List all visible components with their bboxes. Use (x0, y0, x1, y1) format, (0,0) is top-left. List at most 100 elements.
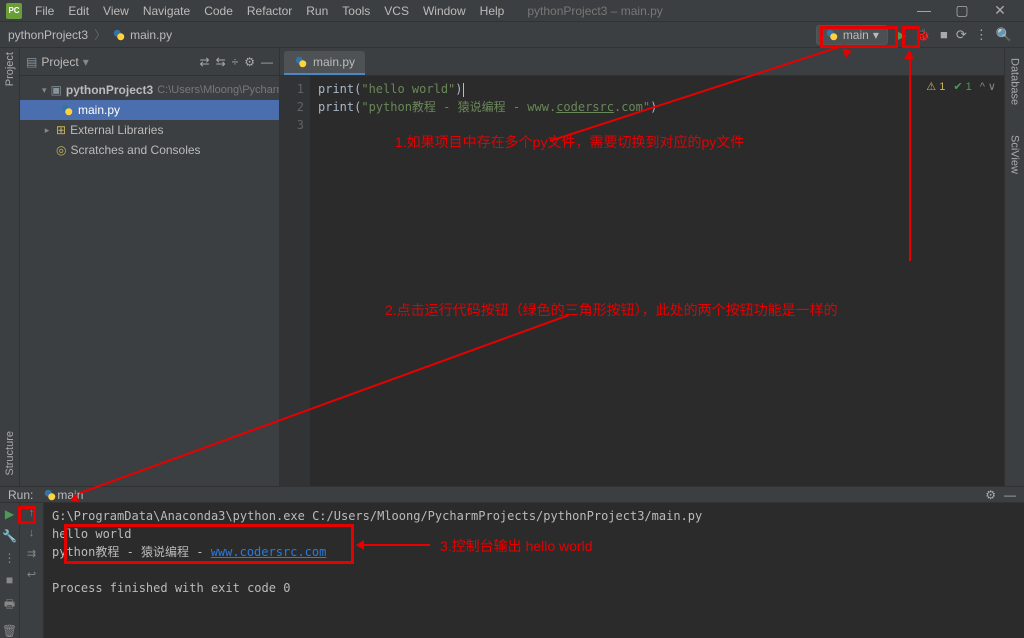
strip-project[interactable]: Project (4, 52, 16, 86)
line-number: 1 (280, 80, 304, 98)
editor-tabs: main.py (280, 48, 1004, 76)
close-button[interactable]: ✕ (986, 2, 1014, 19)
menu-view[interactable]: View (98, 2, 134, 20)
console-cmd: G:\ProgramData\Anaconda3\python.exe C:/U… (52, 507, 1016, 525)
gear-icon[interactable]: ⚙ (244, 55, 255, 69)
window-title: pythonProject3 – main.py (527, 4, 662, 18)
editor-body[interactable]: 1 2 3 print("hello world")print("python教… (280, 76, 1004, 486)
tree-scratches[interactable]: ◎ Scratches and Consoles (20, 140, 279, 160)
tree-ext-libs[interactable]: ▸ ⊞ External Libraries (20, 120, 279, 140)
menu-file[interactable]: File (30, 2, 59, 20)
menu-window[interactable]: Window (418, 2, 471, 20)
run-header: Run: main ⚙ — (0, 487, 1024, 503)
gear-icon[interactable]: ⚙ (985, 488, 996, 502)
breadcrumb-project[interactable]: pythonProject3 (8, 28, 88, 42)
dropdown-icon[interactable]: ▾ (83, 55, 89, 69)
strip-sciview[interactable]: SciView (1009, 135, 1021, 174)
run-config-selector[interactable]: main ▾ (816, 25, 888, 45)
pp-icon-2[interactable]: ⇆ (216, 55, 226, 69)
python-icon (43, 488, 57, 502)
console-out-1: hello world (52, 525, 1016, 543)
code[interactable]: print("hello world")print("python教程 - 猿说… (310, 76, 1004, 486)
stop-icon[interactable]: ■ (6, 573, 13, 587)
menu-code[interactable]: Code (199, 2, 238, 20)
menu-vcs[interactable]: VCS (379, 2, 414, 20)
navbar: pythonProject3 〉 main.py main ▾ ▶ 🐞 ■ ⟳ … (0, 22, 1024, 48)
breadcrumb-file-label: main.py (130, 28, 172, 42)
tree-root[interactable]: ▾ ▣ pythonProject3 C:\Users\Mloong\Pycha… (20, 80, 279, 100)
run-gutter-primary: ▶ 🔧 ⋮ ■ 🖶 🗑 (0, 503, 20, 638)
run-console[interactable]: G:\ProgramData\Anaconda3\python.exe C:/U… (44, 503, 1024, 638)
right-tool-strip: Database SciView (1004, 48, 1024, 486)
run-gutter-secondary: ↑ ↓ ⇉ ↩ (20, 503, 44, 638)
menu-navigate[interactable]: Navigate (138, 2, 195, 20)
python-icon (825, 28, 839, 42)
more-icon[interactable]: ⋮ (4, 551, 16, 565)
editor-tab-main[interactable]: main.py (284, 51, 365, 75)
console-exit: Process finished with exit code 0 (52, 579, 1016, 597)
tree-file-main[interactable]: main.py (20, 100, 279, 120)
console-link[interactable]: www.codersrc.com (211, 545, 327, 559)
project-panel-title: Project (41, 55, 78, 69)
wrap-icon[interactable]: ↩ (27, 568, 36, 581)
code-line-3: print("python教程 - 猿说编程 - www.codersrc.co… (318, 98, 1004, 116)
editor-gutter: 1 2 3 (280, 76, 310, 486)
minimize-button[interactable]: — (910, 2, 938, 19)
pp-icon-3[interactable]: ÷ (232, 55, 239, 69)
window-controls: — ▢ ✕ (910, 2, 1018, 19)
run-title: Run: (8, 488, 33, 502)
python-file-icon (112, 28, 126, 42)
breadcrumb-sep: 〉 (94, 26, 106, 43)
print-icon[interactable]: 🖶 (4, 595, 15, 616)
inspection-ok[interactable]: ✔ 1 (953, 80, 971, 93)
tree-root-name: pythonProject3 (66, 83, 153, 97)
project-panel: ▤ Project ▾ ⇄ ⇆ ÷ ⚙ — ▾ ▣ pythonProject3… (20, 48, 280, 486)
pp-icon-1[interactable]: ⇄ (200, 55, 210, 69)
folder-icon: ▣ (51, 83, 62, 97)
project-tree: ▾ ▣ pythonProject3 C:\Users\Mloong\Pycha… (20, 76, 279, 164)
menu-tools[interactable]: Tools (337, 2, 375, 20)
menu-run[interactable]: Run (301, 2, 333, 20)
search-icon[interactable]: 🔍 (996, 27, 1012, 43)
run-body: ▶ 🔧 ⋮ ■ 🖶 🗑 ↑ ↓ ⇉ ↩ G:\ProgramData\Anaco… (0, 503, 1024, 638)
tree-file-label: main.py (78, 103, 120, 117)
chevron-right-icon[interactable]: ▸ (42, 125, 52, 136)
line-number: 2 (280, 98, 304, 116)
trash-icon[interactable]: 🗑 (2, 624, 17, 638)
inspection-nav[interactable]: ^ ∨ (980, 80, 996, 93)
menu-help[interactable]: Help (475, 2, 510, 20)
menu-edit[interactable]: Edit (63, 2, 94, 20)
minimize-icon[interactable]: — (1004, 488, 1016, 502)
maximize-button[interactable]: ▢ (948, 2, 976, 19)
inspection-warn[interactable]: ⚠ 1 (926, 80, 945, 93)
run-button[interactable]: ▶ (894, 28, 909, 42)
run-config-name: main (57, 488, 83, 502)
folder-icon: ▤ (26, 55, 37, 69)
down-icon[interactable]: ↓ (29, 527, 35, 539)
rerun-button[interactable]: ▶ (5, 507, 14, 521)
breadcrumb-file[interactable]: main.py (112, 28, 172, 42)
rerun-icon[interactable]: ⟳ (956, 27, 967, 43)
run-config-label: main (843, 28, 869, 42)
pp-minimize-icon[interactable]: — (261, 55, 273, 69)
main-area: Project Structure ▤ Project ▾ ⇄ ⇆ ÷ ⚙ — … (0, 48, 1024, 486)
menu-refactor[interactable]: Refactor (242, 2, 297, 20)
debug-button[interactable]: 🐞 (915, 28, 930, 42)
python-file-icon (60, 103, 74, 117)
softwrap-icon[interactable]: ⇉ (27, 547, 36, 560)
editor-status: ⚠ 1 ✔ 1 ^ ∨ (926, 80, 996, 93)
titlebar: PC File Edit View Navigate Code Refactor… (0, 0, 1024, 22)
chevron-down-icon[interactable]: ▾ (42, 85, 47, 96)
stop-button[interactable]: ■ (940, 27, 948, 43)
app-icon: PC (6, 3, 22, 19)
project-panel-header: ▤ Project ▾ ⇄ ⇆ ÷ ⚙ — (20, 48, 279, 76)
strip-database[interactable]: Database (1009, 58, 1021, 105)
left-tool-strip: Project Structure (0, 48, 20, 486)
up-icon[interactable]: ↑ (29, 507, 35, 519)
strip-structure[interactable]: Structure (4, 431, 16, 476)
tree-ext-libs-label: External Libraries (70, 123, 163, 137)
more-icon[interactable]: ⋮ (975, 27, 988, 43)
tools-icon[interactable]: 🔧 (2, 529, 17, 543)
scratches-icon: ◎ (56, 143, 66, 157)
line-number: 3 (280, 116, 304, 134)
